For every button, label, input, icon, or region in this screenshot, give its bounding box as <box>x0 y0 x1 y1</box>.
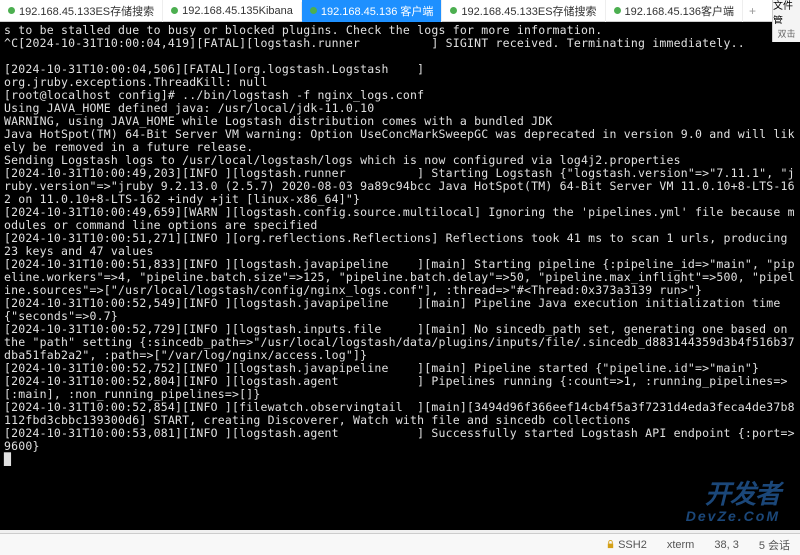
tab-2[interactable]: 192.168.45.135Kibana <box>163 2 302 20</box>
status-dot-icon <box>450 7 457 14</box>
tab-bar: 192.168.45.133ES存储搜索 192.168.45.135Kiban… <box>0 0 800 22</box>
status-dot-icon <box>8 7 15 14</box>
tab-label: 192.168.45.133ES存储搜索 <box>461 3 596 19</box>
tab-4[interactable]: 192.168.45.133ES存储搜索 <box>442 0 605 22</box>
side-label: 文件管 <box>773 0 800 27</box>
status-term: xterm <box>667 539 695 551</box>
status-ssh: SSH2 <box>606 539 647 551</box>
status-term-label: xterm <box>667 539 695 551</box>
watermark: 开发者 DevZe.CoM <box>686 483 780 527</box>
add-tab-button[interactable]: + <box>743 4 762 18</box>
status-pos-label: 38, 3 <box>714 539 738 551</box>
terminal-output[interactable]: s to be stalled due to busy or blocked p… <box>0 22 800 530</box>
tab-3-active[interactable]: 192.168.45.136 客户端 <box>302 0 443 22</box>
status-ssh-label: SSH2 <box>618 539 647 551</box>
side-panel-diff[interactable]: 双击 <box>772 24 800 42</box>
watermark-line2: DevZe.CoM <box>686 505 780 527</box>
status-position: 38, 3 <box>714 539 738 551</box>
tab-5[interactable]: 192.168.45.136客户端 <box>606 0 743 22</box>
status-sessions-label: 5 会话 <box>759 537 790 553</box>
tab-label: 192.168.45.133ES存储搜索 <box>19 3 154 19</box>
tab-label: 192.168.45.135Kibana <box>182 5 293 17</box>
status-dot-icon <box>171 7 178 14</box>
tab-label: 192.168.45.136 客户端 <box>321 3 434 19</box>
status-dot-icon <box>614 7 621 14</box>
lock-icon <box>606 540 615 549</box>
side-panel-files[interactable]: 文件管 <box>772 0 800 24</box>
side-label: 双击 <box>777 27 795 40</box>
tab-label: 192.168.45.136客户端 <box>625 3 734 19</box>
watermark-line1: 开发者 <box>686 483 780 505</box>
status-bar: SSH2 xterm 38, 3 5 会话 <box>0 533 800 555</box>
status-sessions: 5 会话 <box>759 537 790 553</box>
tab-1[interactable]: 192.168.45.133ES存储搜索 <box>0 0 163 22</box>
status-dot-icon <box>310 7 317 14</box>
